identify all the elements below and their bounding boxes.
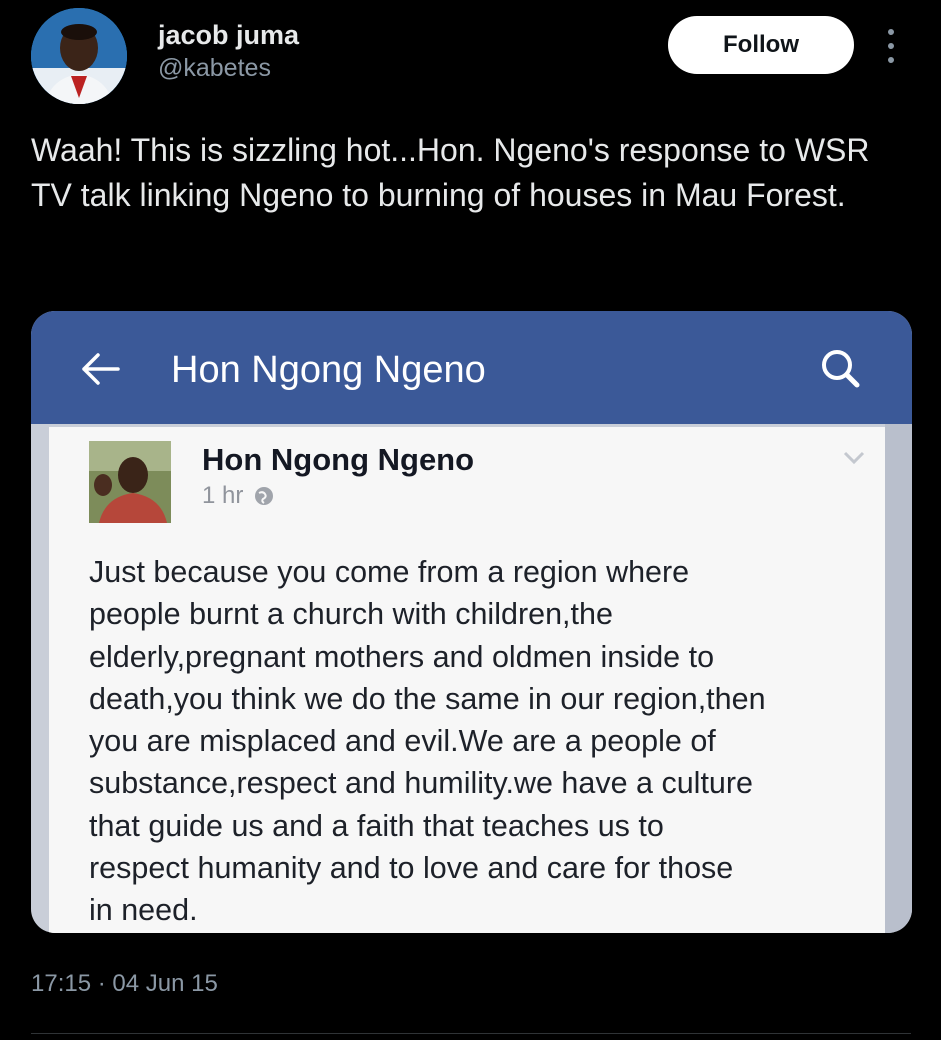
author-handle[interactable]: @kabetes bbox=[158, 52, 299, 84]
chevron-down-icon bbox=[843, 451, 865, 465]
tweet: jacob juma @kabetes Follow Waah! This is… bbox=[0, 0, 941, 1040]
author-avatar[interactable] bbox=[31, 8, 127, 104]
facebook-app-bar: Hon Ngong Ngeno bbox=[31, 311, 912, 424]
post-body: Just because you come from a region wher… bbox=[89, 551, 879, 932]
follow-button[interactable]: Follow bbox=[668, 16, 854, 74]
post-time: 1 hr bbox=[202, 482, 244, 509]
tweet-text: Waah! This is sizzling hot...Hon. Ngeno'… bbox=[31, 132, 870, 213]
back-arrow-icon bbox=[78, 351, 122, 387]
post-author-name: Hon Ngong Ngeno bbox=[202, 442, 475, 477]
globe-icon bbox=[253, 485, 275, 507]
post-body-line: respect humanity and to love and care fo… bbox=[89, 851, 734, 886]
post-body-line: people burnt a church with children,the bbox=[89, 597, 613, 632]
divider bbox=[31, 1033, 911, 1034]
post-body-line: that guide us and a faith that teaches u… bbox=[89, 808, 664, 843]
post-body-line: in need. bbox=[89, 893, 198, 928]
facebook-post: Hon Ngong Ngeno 1 hr Just because you co… bbox=[49, 427, 885, 933]
post-body-line: Just because you come from a region wher… bbox=[89, 555, 690, 589]
post-meta: 1 hr bbox=[202, 481, 275, 511]
post-author-avatar bbox=[89, 441, 171, 523]
embedded-screenshot[interactable]: Hon Ngong Ngeno Hon Ngong Ngeno 1 hr Jus… bbox=[31, 311, 912, 933]
post-body-line: substance,respect and humility.we have a… bbox=[89, 766, 754, 801]
post-body-line: death,you think we do the same in our re… bbox=[89, 681, 766, 716]
post-body-line: you are misplaced and evil.We are a peop… bbox=[89, 724, 716, 759]
author-name[interactable]: jacob juma bbox=[158, 18, 299, 52]
app-bar-title: Hon Ngong Ngeno bbox=[171, 349, 486, 391]
tweet-timestamp[interactable]: 17:15 · 04 Jun 15 bbox=[31, 966, 218, 1002]
more-options-icon[interactable] bbox=[880, 26, 902, 66]
card-edge bbox=[885, 424, 912, 933]
search-icon bbox=[819, 347, 861, 389]
post-body-line: elderly,pregnant mothers and oldmen insi… bbox=[89, 639, 715, 674]
author-block: jacob juma @kabetes bbox=[158, 18, 299, 84]
